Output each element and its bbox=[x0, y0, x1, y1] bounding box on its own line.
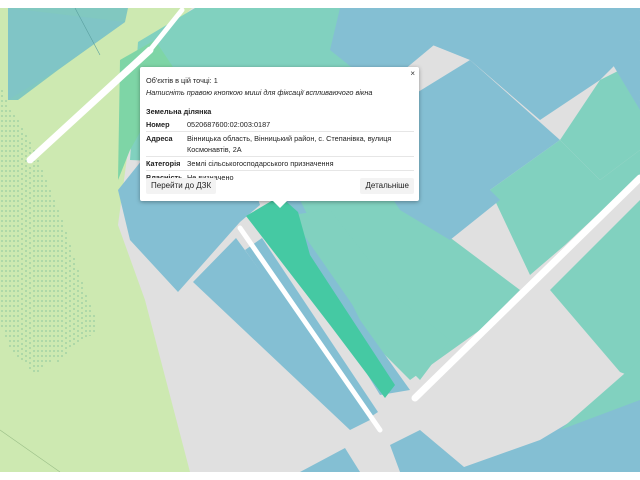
table-row: Номер 0520687600:02:003:0187 bbox=[146, 118, 414, 132]
parcel-info-popup: × Об'єктів в цій точці: 1 Натисніть прав… bbox=[140, 67, 419, 208]
popup-pointer bbox=[273, 201, 287, 208]
go-to-dzk-button[interactable]: Перейти до ДЗК bbox=[146, 178, 217, 194]
popup-hint: Натисніть правою кнопкою миші для фіксац… bbox=[146, 88, 373, 97]
attr-key-number: Номер bbox=[146, 118, 187, 132]
attr-value-number: 0520687600:02:003:0187 bbox=[187, 118, 414, 132]
attr-value-address: Вінницька область, Вінницький район, с. … bbox=[187, 131, 414, 157]
attr-value-category: Землі сільськогосподарського призначення bbox=[187, 156, 414, 171]
section-title: Земельна ділянка bbox=[146, 107, 212, 116]
attr-key-category: Категорія bbox=[146, 156, 187, 171]
close-icon[interactable]: × bbox=[410, 69, 415, 79]
object-count: Об'єктів в цій точці: 1 bbox=[146, 76, 218, 85]
table-row: Категорія Землі сільськогосподарського п… bbox=[146, 156, 414, 171]
details-button[interactable]: Детальніше bbox=[360, 178, 414, 194]
table-row: Адреса Вінницька область, Вінницький рай… bbox=[146, 131, 414, 157]
parcel-attributes-table: Номер 0520687600:02:003:0187 Адреса Вінн… bbox=[146, 118, 414, 184]
attr-key-address: Адреса bbox=[146, 131, 187, 157]
